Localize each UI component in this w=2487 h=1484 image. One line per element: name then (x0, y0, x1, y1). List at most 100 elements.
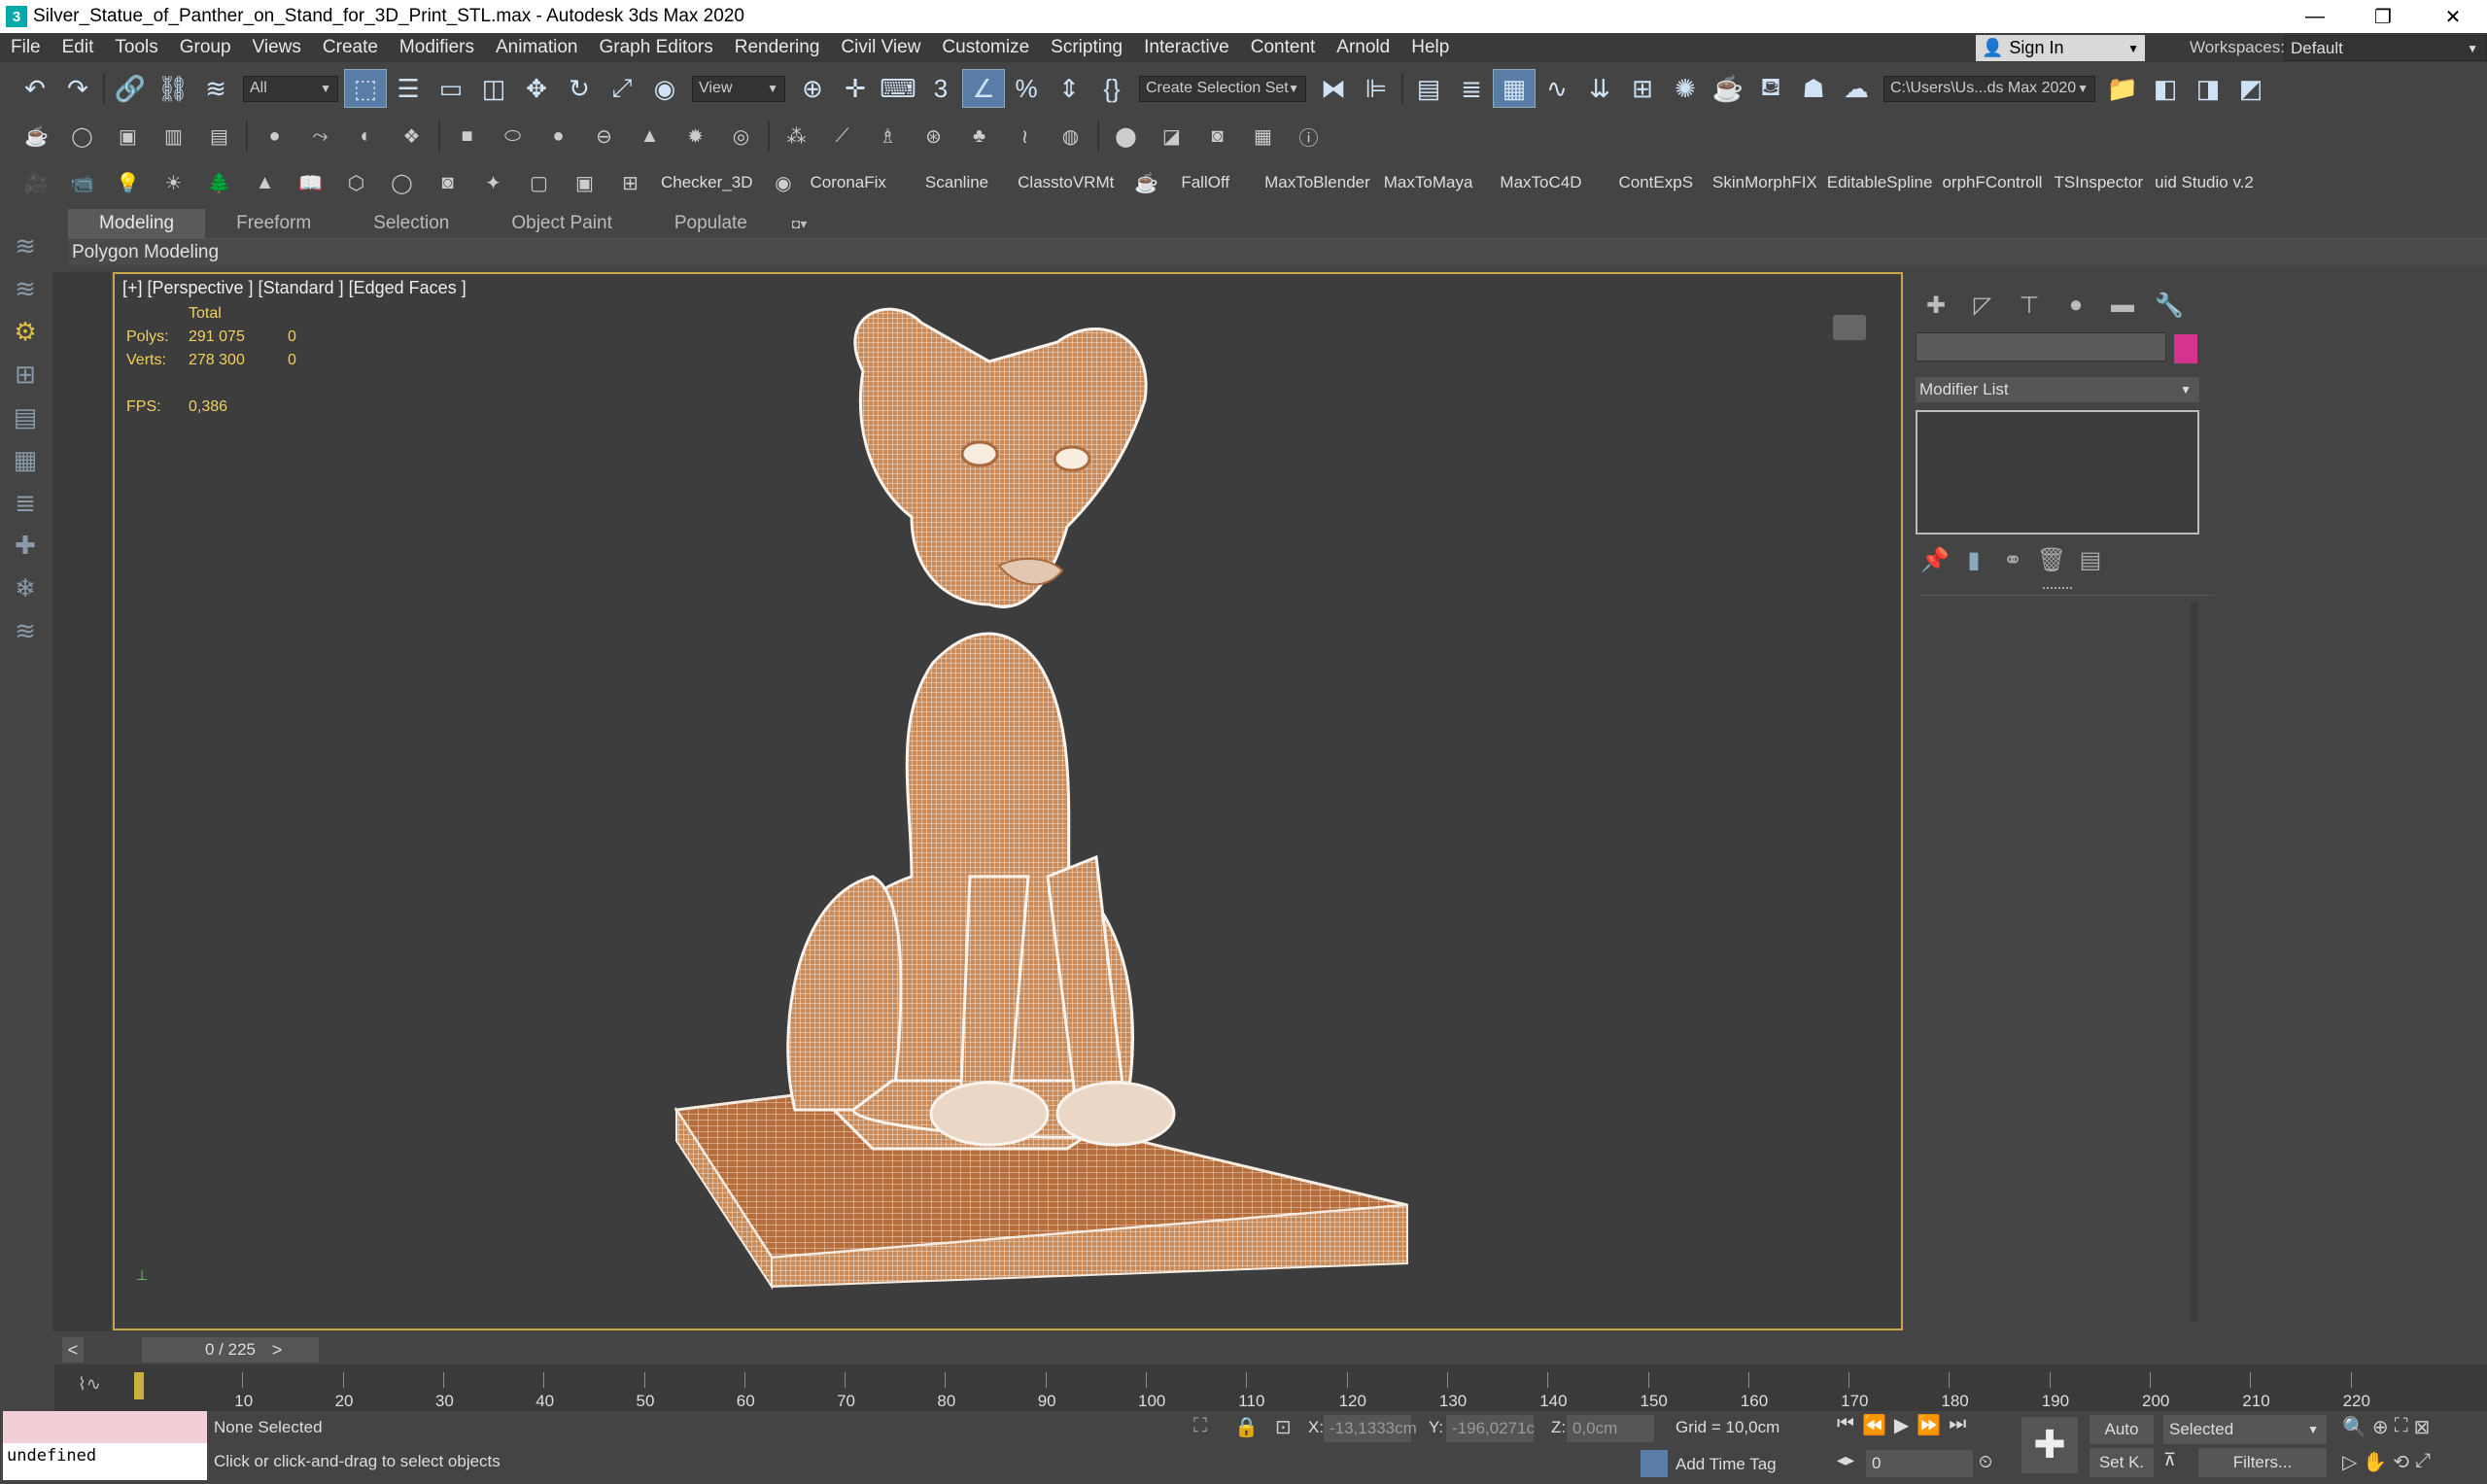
modifier-stack[interactable] (1916, 410, 2199, 535)
layer-stack2-icon[interactable]: ≣ (0, 481, 51, 524)
add-time-tag[interactable]: Add Time Tag (1675, 1455, 1777, 1474)
batch-icon[interactable]: ▦ (1240, 117, 1286, 155)
create-tab-icon[interactable]: ✚ (1913, 286, 1959, 325)
previous-frame-icon[interactable]: ⏪ (1862, 1413, 1886, 1437)
menu-scripting[interactable]: Scripting (1040, 37, 1133, 58)
bind-spacewarp-icon[interactable]: ≋ (194, 69, 237, 108)
dope-sheet-icon[interactable]: ⇊ (1578, 69, 1621, 108)
set-key-button[interactable]: Set K. (2090, 1448, 2154, 1477)
plugin-tsinspector[interactable]: TSInspector (2054, 173, 2143, 192)
layers-stack-icon[interactable]: ≋ (0, 267, 51, 310)
render-frame-icon[interactable]: ▣ (562, 163, 607, 202)
time-next-button[interactable]: > (266, 1337, 288, 1363)
go-to-start-icon[interactable]: ⏮ (1837, 1413, 1854, 1437)
polygon-modeling-panel[interactable]: Polygon Modeling (68, 238, 2487, 265)
create-selection-set-dropdown[interactable]: Create Selection Set ▼ (1139, 75, 1306, 102)
menu-rendering[interactable]: Rendering (724, 37, 831, 58)
time-slider[interactable]: 0 / 225 (142, 1337, 319, 1363)
bend-icon[interactable]: ⤳ (297, 117, 343, 155)
menu-help[interactable]: Help (1400, 37, 1460, 58)
layers-icon[interactable]: ≋ (0, 224, 51, 267)
perspective-viewport[interactable]: [+] [Perspective ] [Standard ] [Edged Fa… (113, 272, 1903, 1330)
cone-icon[interactable]: ▲ (627, 117, 673, 155)
align-icon[interactable]: ⊫ (1355, 69, 1398, 108)
selection-filter-dropdown[interactable]: All ▼ (243, 75, 338, 102)
maximize-viewport-icon[interactable]: ⤢ (2415, 1450, 2431, 1474)
modify-tab-icon[interactable]: ◸ (1959, 286, 2006, 325)
plugin-fluid-studio[interactable]: uid Studio v.2 (2155, 173, 2254, 192)
cube-icon[interactable]: ⬡ (333, 163, 379, 202)
redo-icon[interactable]: ↷ (56, 69, 99, 108)
isolate-selection-icon[interactable]: ⛶ (1193, 1415, 1219, 1440)
capsule-icon[interactable]: ◙ (425, 163, 470, 202)
time-cursor[interactable] (134, 1372, 144, 1399)
menu-interactive[interactable]: Interactive (1133, 37, 1240, 58)
ribbon-toggle-icon[interactable]: ▦ (1493, 69, 1536, 108)
z-coordinate-field[interactable]: 0,0cm (1567, 1415, 1654, 1442)
book-icon[interactable]: 📖 (288, 163, 333, 202)
plugin-contexps[interactable]: ContExpS (1619, 173, 1694, 192)
torus-icon[interactable]: ◯ (59, 117, 105, 155)
geosphere-icon[interactable]: ● (535, 117, 581, 155)
pin-stack-icon[interactable]: 📌 (1916, 540, 1954, 579)
plane-icon[interactable]: ▤ (196, 117, 242, 155)
rendered-frame-window-icon[interactable]: ⛾ (1749, 69, 1792, 108)
time-tag-icon[interactable] (1641, 1450, 1668, 1477)
utilities-tab-icon[interactable]: 🔧 (2146, 286, 2193, 325)
modifier-list-dropdown[interactable]: Modifier List ▼ (1916, 377, 2199, 402)
material-swatch-icon[interactable]: ◪ (1149, 117, 1194, 155)
particle-icon[interactable]: ⁂ (774, 117, 819, 155)
tab-selection[interactable]: Selection (342, 209, 480, 238)
motion-tab-icon[interactable]: ● (2053, 286, 2099, 325)
plugin-morphfcontroller[interactable]: orphFControll (1942, 173, 2042, 192)
current-frame-field[interactable]: 0 (1866, 1450, 1973, 1477)
menu-group[interactable]: Group (169, 37, 242, 58)
omni-icon[interactable]: ◎ (718, 117, 764, 155)
hierarchy-tab-icon[interactable]: ⊤ (2006, 286, 2053, 325)
panel-scrollbar[interactable] (2191, 603, 2198, 1322)
y-coordinate-field[interactable]: -196,0271c (1446, 1415, 1535, 1442)
circle-plugin-icon[interactable]: ◉ (761, 163, 807, 202)
make-unique-icon[interactable]: ⚭ (1993, 540, 2032, 579)
layer-list-icon[interactable]: ▤ (0, 396, 51, 438)
biped-icon[interactable]: ♗ (865, 117, 911, 155)
noise-icon[interactable]: ❖ (389, 117, 434, 155)
workspace-icon-3[interactable]: ◩ (2229, 69, 2272, 108)
layer-doc-icon[interactable]: ▦ (0, 438, 51, 481)
x-coordinate-field[interactable]: -13,1333cm (1324, 1415, 1417, 1442)
workspace-icon-2[interactable]: ◨ (2187, 69, 2229, 108)
layer-explorer-icon[interactable]: ≣ (1450, 69, 1493, 108)
lightbulb-small-icon[interactable]: ✦ (470, 163, 516, 202)
menu-views[interactable]: Views (242, 37, 312, 58)
layer-gear-icon[interactable]: ⚙ (0, 310, 51, 353)
workspace-icon-1[interactable]: ◧ (2144, 69, 2187, 108)
tab-freeform[interactable]: Freeform (205, 209, 342, 238)
move-icon[interactable]: ✥ (515, 69, 558, 108)
select-manipulate-icon[interactable]: ✛ (834, 69, 877, 108)
box-primitive-icon[interactable]: ■ (444, 117, 490, 155)
sun-icon[interactable]: ✹ (673, 117, 718, 155)
unlink-icon[interactable]: ⛓ (152, 69, 194, 108)
pivot-center-icon[interactable]: ⊕ (791, 69, 834, 108)
reference-coordinate-dropdown[interactable]: View ▼ (692, 75, 785, 102)
plugin-editablespline[interactable]: EditableSpline (1827, 173, 1933, 192)
camera-icon[interactable]: 🎥 (14, 163, 59, 202)
zoom-extents-icon[interactable]: ⛶ (2395, 1415, 2408, 1439)
plugin-classtovrmt[interactable]: ClasstoVRMt (1018, 173, 1114, 192)
pan-icon[interactable]: ✋ (2363, 1450, 2387, 1474)
render-setup-icon[interactable]: ☕ (1707, 69, 1749, 108)
grid-frame-icon[interactable]: ⊞ (607, 163, 653, 202)
key-filter-icon[interactable]: ⊼ (2163, 1450, 2176, 1470)
teapot-plugin-icon[interactable]: ☕ (1123, 163, 1169, 202)
key-selection-dropdown[interactable]: Selected ▼ (2163, 1415, 2327, 1444)
zoom-extents-all-icon[interactable]: ⊠ (2414, 1415, 2431, 1439)
teapot-icon[interactable]: ☕ (14, 117, 59, 155)
plugin-maxtoblender[interactable]: MaxToBlender (1264, 173, 1370, 192)
close-button[interactable]: ✕ (2420, 0, 2486, 33)
next-frame-icon[interactable]: ⏩ (1917, 1413, 1941, 1437)
tree-icon[interactable]: ♣ (956, 117, 1002, 155)
render-icon[interactable]: ◙ (1194, 117, 1240, 155)
layer-freeze-icon[interactable]: ❄ (0, 567, 51, 609)
tab-object-paint[interactable]: Object Paint (480, 209, 643, 238)
shaded-sphere-icon[interactable]: ⬤ (1103, 117, 1149, 155)
